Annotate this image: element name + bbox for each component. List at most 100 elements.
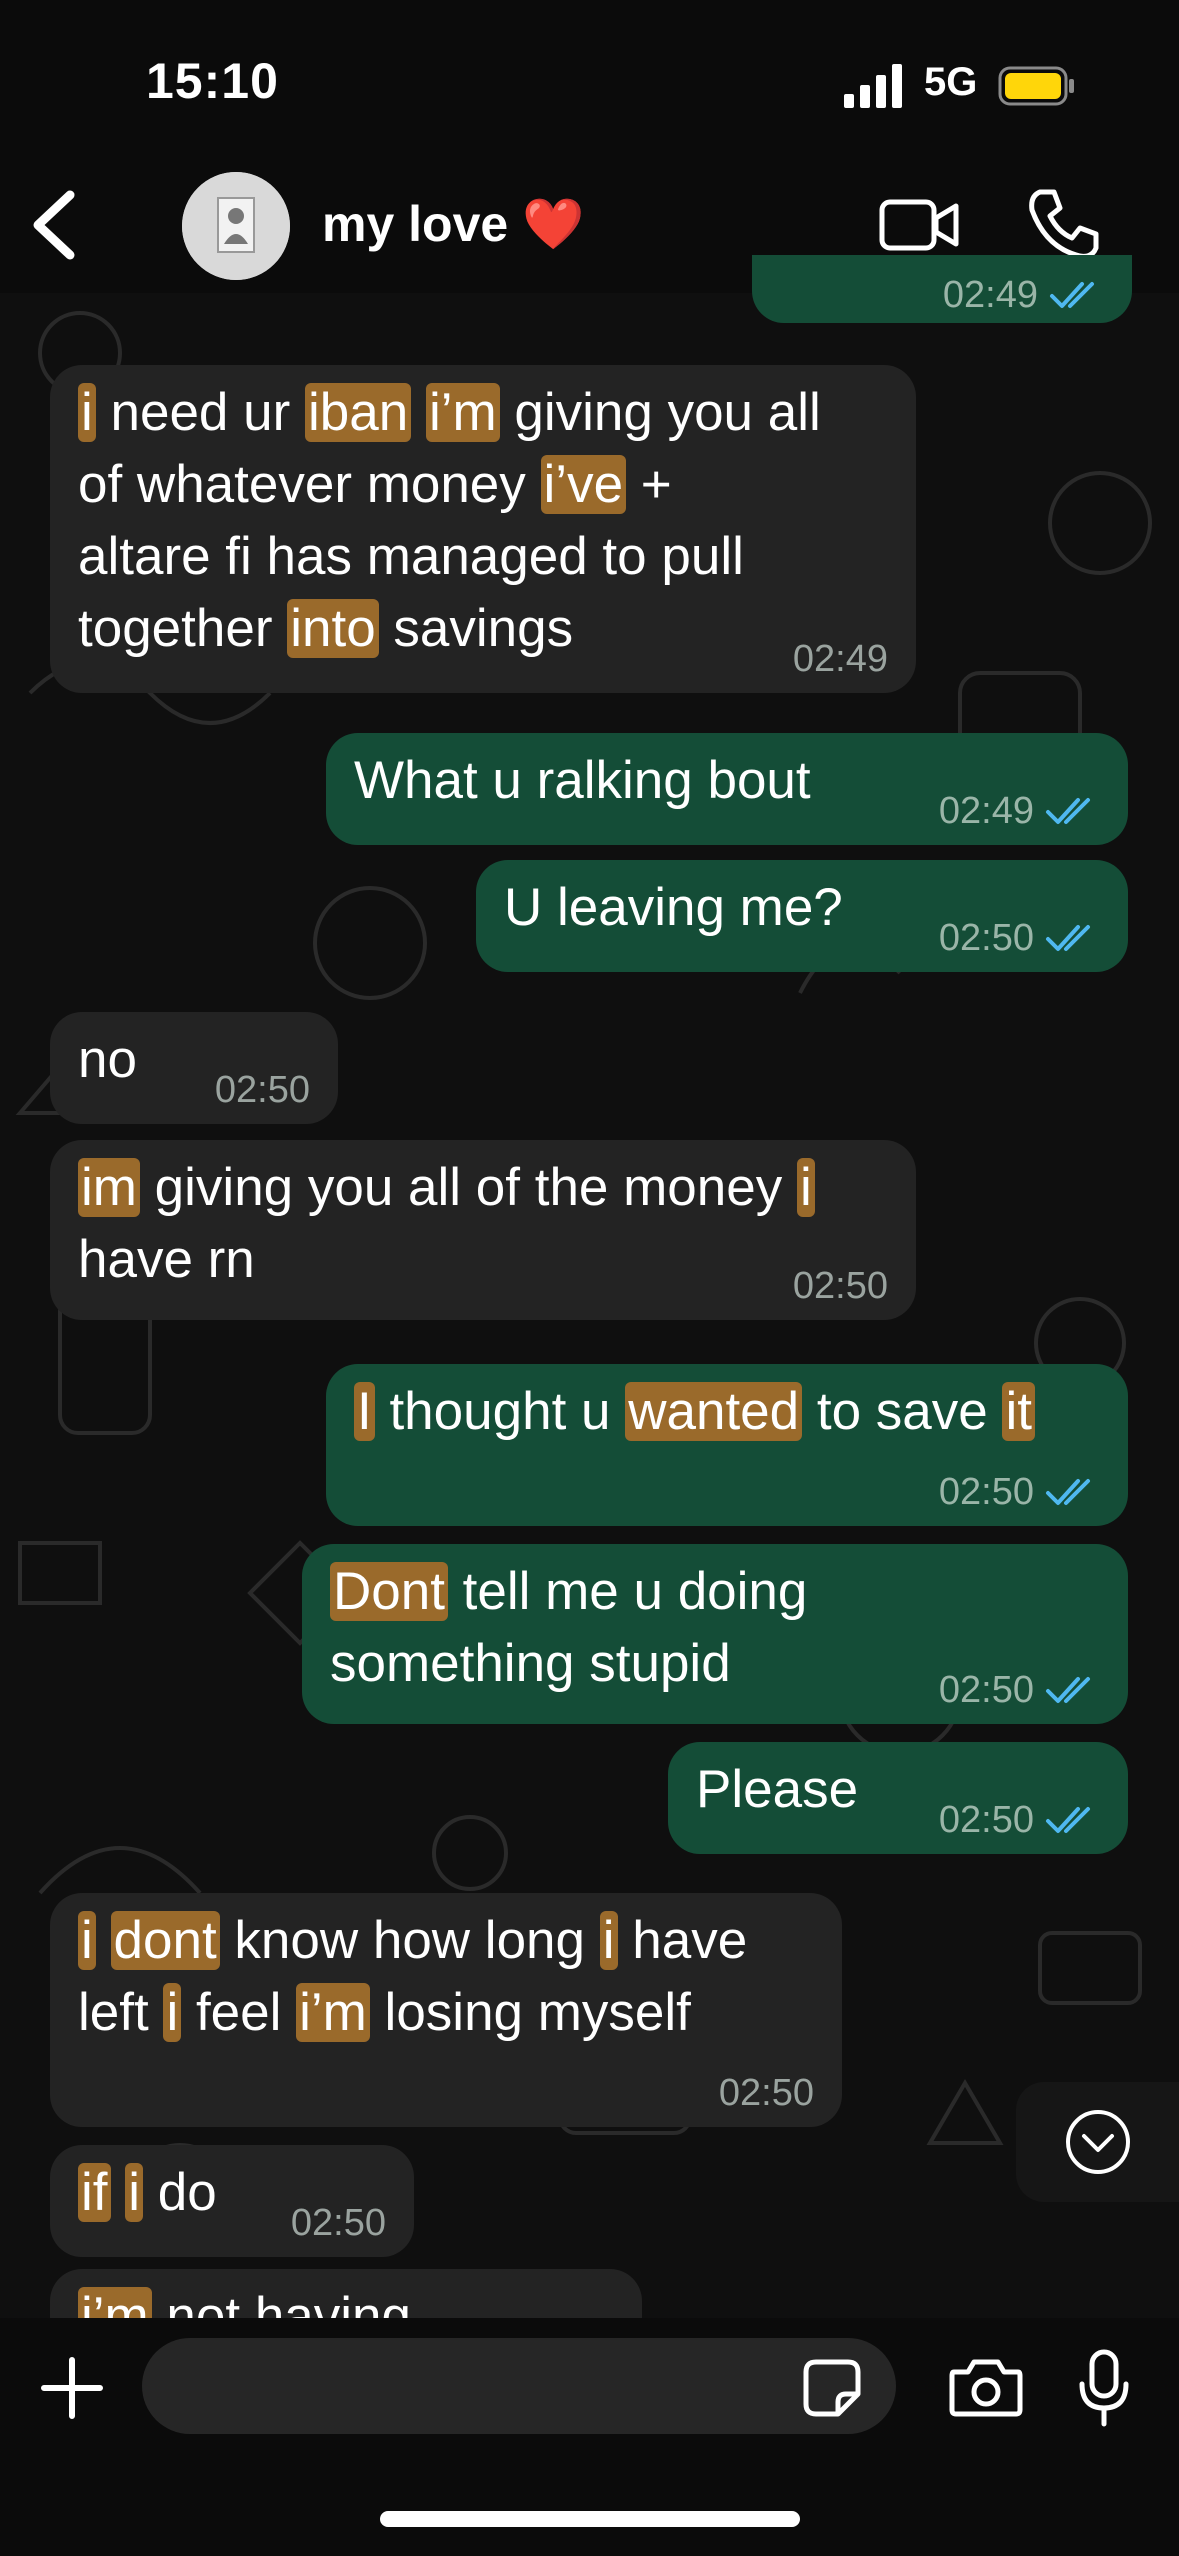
outgoing-message[interactable]: I thought u wanted to save it 02:50: [326, 1364, 1128, 1526]
incoming-message[interactable]: i’m not having: [50, 2269, 642, 2319]
search-highlight: i: [796, 1158, 815, 1217]
incoming-message[interactable]: if i do 02:50: [50, 2145, 414, 2257]
search-highlight: I: [354, 1382, 375, 1441]
incoming-message[interactable]: no 02:50: [50, 1012, 338, 1124]
text-segment: altare fi has managed to pull: [78, 527, 744, 586]
message-meta: 02:50: [291, 2203, 386, 2243]
message-meta: 02:50: [793, 1266, 888, 1306]
search-highlight: i’m: [425, 383, 500, 442]
double-tick-icon: [1046, 1479, 1090, 1505]
search-highlight: im: [78, 1158, 140, 1217]
incoming-message[interactable]: i need ur iban i’m giving you all of what…: [50, 365, 916, 693]
outgoing-message[interactable]: Dont tell me u doing something stupid 02:5…: [302, 1544, 1128, 1724]
text-segment: giving you all of the money: [139, 1158, 797, 1217]
double-tick-icon: [1050, 282, 1094, 308]
search-highlight: i: [78, 1911, 96, 1970]
text-segment: tell me u doing: [447, 1562, 808, 1621]
message-line: together into savings: [78, 593, 886, 665]
message-meta: 02:50: [939, 1670, 1100, 1710]
text-segment: need ur: [95, 383, 305, 442]
message-line: im giving you all of the money i: [78, 1152, 886, 1224]
read-receipt: [1048, 278, 1104, 312]
text-segment: to save: [802, 1382, 1003, 1441]
text-segment: know how long: [219, 1911, 600, 1970]
video-call-icon[interactable]: [878, 192, 960, 258]
text-segment: something stupid: [330, 1634, 731, 1693]
read-receipt: [1044, 1673, 1100, 1707]
message-text: im giving you all of the money i have rn: [78, 1152, 886, 1296]
outgoing-message[interactable]: What u ralking bout 02:49: [326, 733, 1128, 845]
read-receipt: [1044, 794, 1100, 828]
back-chevron-icon[interactable]: [18, 185, 88, 265]
network-type: 5G: [924, 60, 978, 104]
avatar-photo-icon: [182, 172, 290, 280]
message-line: left i feel i’m losing myself: [78, 1977, 812, 2049]
search-highlight: dont: [110, 1911, 220, 1970]
incoming-message[interactable]: im giving you all of the money i have rn 0…: [50, 1140, 916, 1320]
plus-icon[interactable]: [38, 2354, 106, 2422]
phone-icon[interactable]: [1026, 186, 1102, 262]
double-tick-icon: [1046, 925, 1090, 951]
search-highlight: i: [599, 1911, 618, 1970]
double-tick-icon: [1046, 798, 1090, 824]
message-time: 02:50: [938, 1669, 1034, 1711]
message-meta: 02:49: [939, 791, 1100, 831]
text-segment: losing myself: [369, 1983, 691, 2042]
outgoing-message[interactable]: Please 02:50: [668, 1742, 1128, 1854]
search-highlight: it: [1002, 1382, 1035, 1441]
avatar[interactable]: [182, 172, 290, 280]
outgoing-message[interactable]: U leaving me? 02:50: [476, 860, 1128, 972]
message-line: I thought u wanted to save it: [354, 1376, 1098, 1448]
read-receipt: [1044, 1475, 1100, 1509]
text-segment: [96, 1911, 111, 1970]
home-indicator: [380, 2511, 800, 2527]
sticker-icon[interactable]: [802, 2358, 862, 2418]
message-line: i’m not having: [78, 2281, 612, 2319]
message-text: i dont know how long i have left i feel i…: [78, 1905, 812, 2049]
search-highlight: i: [125, 2163, 144, 2222]
message-time: 02:50: [938, 917, 1034, 959]
text-segment: savings: [378, 599, 574, 658]
text-segment: have rn: [78, 1230, 255, 1289]
battery-icon: [998, 66, 1074, 106]
search-highlight: wanted: [625, 1382, 803, 1441]
message-line: have rn: [78, 1224, 886, 1296]
camera-icon[interactable]: [948, 2356, 1024, 2418]
message-meta: 02:50: [719, 2073, 814, 2113]
text-segment: U leaving me?: [504, 878, 843, 937]
text-segment: [111, 2163, 126, 2222]
scroll-to-bottom-button[interactable]: [1016, 2082, 1179, 2202]
message-text: I thought u wanted to save it: [354, 1376, 1098, 1448]
signal-strength-icon: [844, 64, 902, 108]
contact-name[interactable]: my love ❤️: [322, 195, 584, 254]
message-meta: 02:50: [939, 1800, 1100, 1840]
message-input[interactable]: [142, 2338, 896, 2434]
read-receipt: [1044, 1803, 1100, 1837]
microphone-icon[interactable]: [1076, 2348, 1132, 2428]
search-highlight: iban: [305, 383, 412, 442]
search-highlight: if: [78, 2163, 111, 2222]
text-segment: giving you all: [499, 383, 821, 442]
incoming-message[interactable]: i dont know how long i have left i feel i…: [50, 1893, 842, 2127]
double-tick-icon: [1046, 1807, 1090, 1833]
search-highlight: i’ve: [540, 455, 627, 514]
text-segment: feel: [181, 1983, 297, 2042]
message-time: 02:49: [792, 638, 888, 680]
search-highlight: i’m: [296, 1983, 370, 2042]
text-segment: no: [78, 1030, 137, 1089]
text-segment: Please: [696, 1760, 859, 1819]
text-segment: +: [626, 455, 672, 514]
message-time: 02:49: [938, 790, 1034, 832]
double-tick-icon: [1046, 1677, 1090, 1703]
message-time: 02:50: [792, 1265, 888, 1307]
heart-emoji: ❤️: [522, 195, 585, 253]
message-time: 02:50: [214, 1069, 310, 1111]
message-meta: 02:50: [939, 918, 1100, 958]
message-line: i need ur iban i’m giving you all: [78, 377, 886, 449]
text-segment: have: [617, 1911, 748, 1970]
text-segment: [411, 383, 426, 442]
outgoing-message[interactable]: 02:49: [752, 255, 1132, 323]
text-segment: do: [143, 2163, 217, 2222]
message-meta: 02:50: [215, 1070, 310, 1110]
message-line: Dont tell me u doing: [330, 1556, 1098, 1628]
